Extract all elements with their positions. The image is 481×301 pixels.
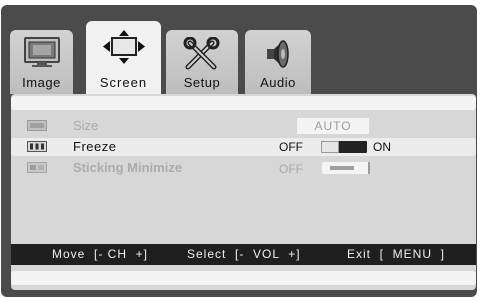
size-icon: [27, 120, 47, 131]
monitor-icon: [23, 37, 60, 67]
freeze-toggle[interactable]: [321, 141, 367, 153]
sticking-minimize-toggle[interactable]: [322, 162, 370, 174]
help-exit: Exit [ MENU ]: [347, 247, 446, 261]
bottom-strip: [11, 271, 476, 285]
tab-label-audio: Audio: [260, 75, 296, 90]
freeze-label: Freeze: [73, 139, 117, 154]
tab-audio[interactable]: Audio: [245, 30, 311, 94]
size-value[interactable]: AUTO: [297, 118, 369, 134]
tab-setup[interactable]: Setup: [166, 30, 238, 94]
help-select: Select [- VOL +]: [187, 247, 301, 261]
sticking-minimize-label: Sticking Minimize: [73, 160, 183, 175]
tab-label-image: Image: [22, 75, 61, 90]
sticking-minimize-icon: [27, 162, 47, 173]
freeze-on-label: ON: [373, 140, 391, 154]
freeze-icon: [27, 141, 47, 152]
freeze-toggle-knob: [321, 141, 339, 153]
tab-image[interactable]: Image: [10, 30, 73, 94]
osd-frame: Image Screen Setup Audio Size AUTO Freez…: [1, 5, 477, 297]
top-strip: [11, 96, 476, 110]
tab-label-setup: Setup: [183, 75, 221, 90]
menu-row-size[interactable]: Size AUTO: [11, 117, 476, 135]
speaker-icon: [267, 40, 289, 68]
menu-row-freeze[interactable]: Freeze OFF ON: [11, 138, 476, 156]
menu-row-sticking-minimize[interactable]: Sticking Minimize OFF: [11, 159, 476, 177]
sticking-minimize-off-label: OFF: [279, 162, 303, 176]
tab-label-screen: Screen: [99, 75, 148, 90]
tab-screen[interactable]: Screen: [86, 21, 161, 94]
help-move: Move [- CH +]: [52, 247, 149, 261]
screen-menu-panel: Size AUTO Freeze OFF ON Sticking Minimiz…: [11, 94, 476, 290]
tools-icon: [183, 37, 220, 70]
freeze-off-label: OFF: [279, 140, 303, 154]
screen-arrows-icon: [102, 30, 145, 64]
help-bar: Move [- CH +] Select [- VOL +] Exit [ ME…: [11, 244, 476, 265]
sticking-minimize-toggle-track: [330, 166, 354, 170]
size-label: Size: [73, 118, 99, 133]
